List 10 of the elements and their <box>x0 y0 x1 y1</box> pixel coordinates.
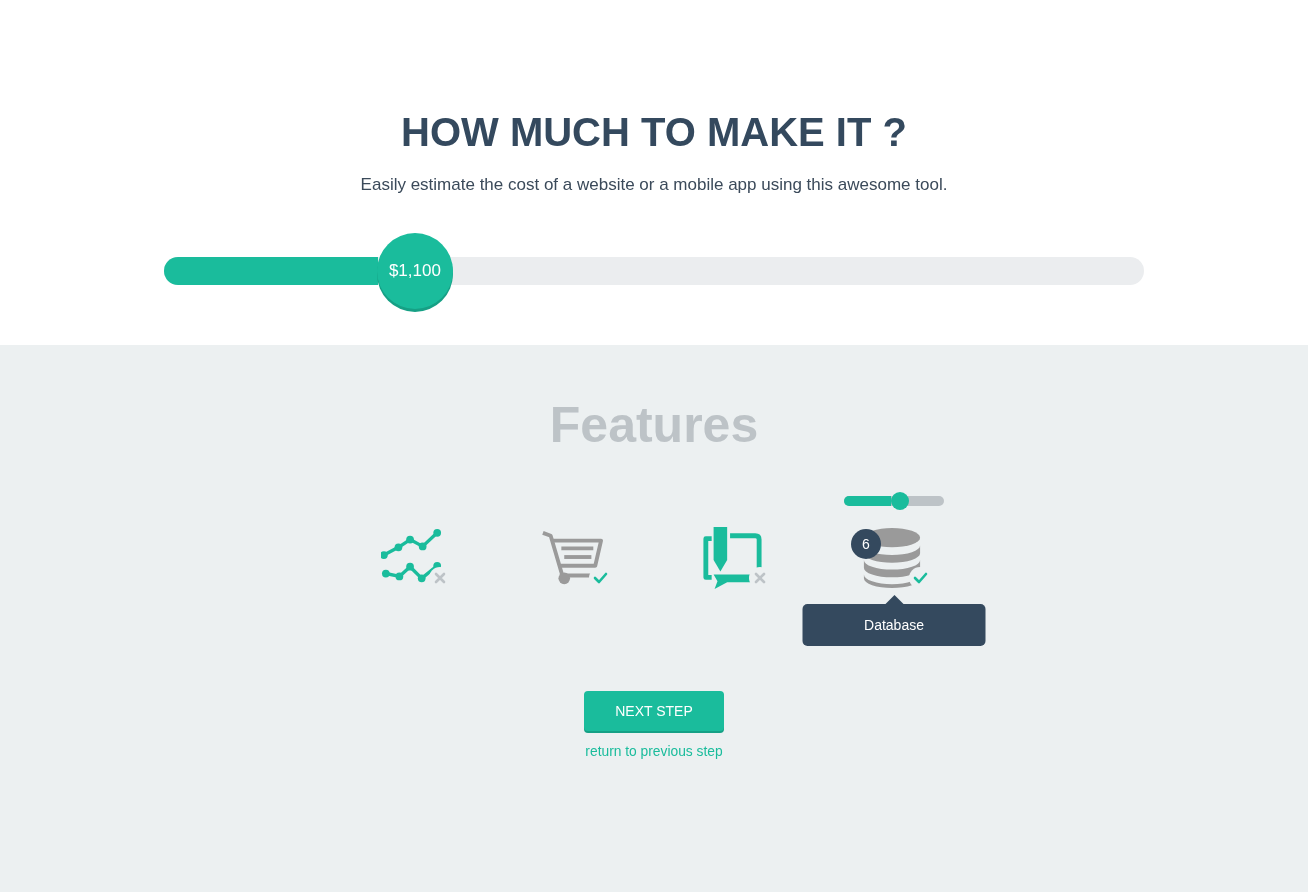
price-slider-thumb[interactable]: $1,100 <box>376 233 453 309</box>
price-slider[interactable] <box>164 257 1144 285</box>
quantity-slider-handle[interactable] <box>891 492 909 510</box>
pencil-speech-bubble-icon[interactable] <box>701 527 763 589</box>
page-title: HOW MUCH TO MAKE IT ? <box>401 109 907 156</box>
tooltip: Database <box>802 595 986 646</box>
page-subtitle: Easily estimate the cost of a website or a mobile app using this awesome tool. <box>360 174 948 196</box>
quantity-badge: 6 <box>851 529 881 559</box>
next-step-button[interactable]: NEXT STEP <box>584 691 724 731</box>
previous-step-link[interactable]: return to previous step <box>585 743 723 761</box>
